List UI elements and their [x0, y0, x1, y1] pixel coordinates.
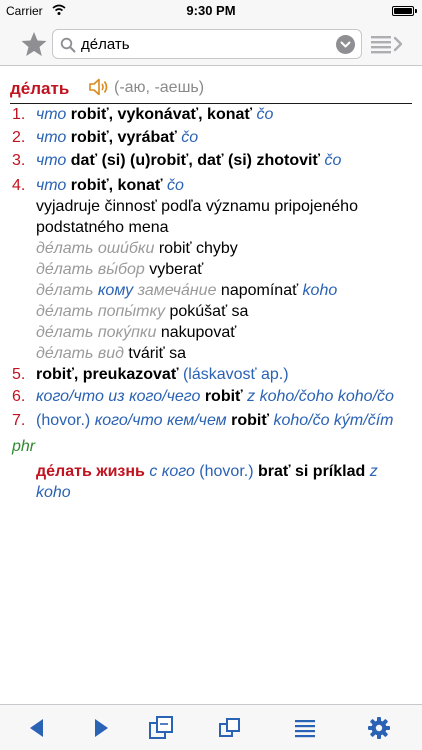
russian-context: что	[36, 152, 67, 169]
example-russian: де́лать оши́бки	[36, 240, 155, 257]
back-arrow-icon[interactable]	[24, 715, 50, 741]
example-russian-case: кому	[97, 282, 134, 299]
object-hint: čo	[181, 129, 199, 146]
translation: robiť, preukazovať	[36, 366, 179, 383]
status-bar: Carrier 9:30 PM	[0, 0, 422, 22]
example-translation: vyberať	[149, 261, 204, 278]
phrase-russian: де́лать жизнь	[36, 463, 145, 480]
register-label: (hovor.)	[199, 463, 254, 480]
sense-number: 3.	[12, 152, 26, 169]
clock: 9:30 PM	[186, 3, 236, 18]
object-hint: koho/čo kým/čím	[273, 412, 394, 429]
translation: dať (si) (u)robiť, dať (si) zhotoviť	[70, 152, 321, 169]
sense-note: podstatného mena	[36, 219, 169, 236]
star-icon[interactable]	[20, 30, 48, 58]
russian-context: кого/что кем/чем	[94, 412, 227, 429]
sense-6: 6. кого/что из кого/чего robiť z koho/čoh…	[12, 386, 394, 408]
entry-view: де́лать (-аю, -аешь) 1. что robiť, vykoná…	[0, 66, 422, 704]
sense-number: 1.	[12, 106, 26, 123]
object-hint: čo	[256, 106, 274, 123]
object-hint: čo	[324, 152, 342, 169]
phrase-line: де́лать жизнь с кого (hovor.) brať si pr…	[36, 461, 378, 483]
bottom-toolbar	[0, 704, 422, 750]
phrase-line-cont: koho	[36, 482, 71, 504]
example-russian: де́лать вид	[36, 345, 124, 362]
sense-5: 5. robiť, preukazovať (láskavosť ap.)	[12, 364, 289, 386]
sense-1: 1. что robiť, vykonávať, konať čo	[12, 104, 273, 126]
translation: robiť	[231, 412, 269, 429]
sense-number: 4.	[12, 177, 26, 194]
headword-row: де́лать (-аю, -аешь)	[10, 76, 412, 104]
translation: robiť, vyrábať	[70, 129, 177, 146]
translation: robiť	[204, 388, 243, 405]
sense-number: 2.	[12, 129, 26, 146]
translation: robiť, vykonávať, konať	[70, 106, 253, 123]
example-line: де́лать кому замеча́ние napomínať koho	[36, 280, 337, 302]
grammar-forms: (-аю, -аешь)	[114, 79, 205, 96]
new-window-icon[interactable]	[148, 715, 174, 741]
search-field[interactable]	[52, 29, 362, 59]
example-russian: де́лать попы́тку	[36, 303, 166, 320]
example-russian: де́лать вы́бор	[36, 261, 145, 278]
sense-4: 4. что robiť, konať čo	[12, 175, 184, 197]
example-line: де́лать попы́тку pokúšať sa	[36, 301, 248, 323]
sense-2: 2. что robiť, vyrábať čo	[12, 127, 198, 149]
phrase-section-label: phr	[12, 436, 35, 458]
phrase-translation: brať si príklad	[258, 463, 366, 480]
example-translation: pokúšať sa	[169, 303, 249, 320]
gear-icon[interactable]	[366, 715, 392, 741]
clear-icon[interactable]	[336, 35, 355, 54]
translation: robiť, konať	[70, 177, 163, 194]
example-translation: nakupovať	[160, 324, 237, 341]
search-input[interactable]	[81, 34, 331, 55]
register-label: (hovor.)	[36, 412, 91, 429]
object-hint: z koho/čoho koho/čo	[247, 388, 394, 405]
menu-lines-icon[interactable]	[292, 715, 318, 741]
example-line: де́лать вид tváriť sa	[36, 343, 186, 365]
example-translation: tváriť sa	[128, 345, 186, 362]
sense-number: 5.	[12, 366, 26, 383]
battery-icon	[392, 6, 417, 16]
sense-note: (láskavosť ap.)	[182, 366, 289, 383]
example-russian: де́лать	[36, 282, 94, 299]
example-line: де́лать оши́бки robiť chyby	[36, 238, 238, 260]
object-hint: čo	[167, 177, 184, 194]
russian-context: что	[36, 177, 67, 194]
phrase-russian-case: с кого	[149, 463, 195, 480]
sense-number: 6.	[12, 388, 26, 405]
object-hint: koho	[36, 484, 71, 501]
russian-context: что	[36, 129, 67, 146]
object-hint: koho	[302, 282, 338, 299]
speaker-icon[interactable]	[88, 77, 110, 97]
example-line: де́лать вы́бор vyberať	[36, 259, 203, 281]
sense-7: 7. (hovor.) кого/что кем/чем robiť koho/č…	[12, 410, 393, 432]
russian-context: кого/что из кого/чего	[36, 388, 201, 405]
sense-number: 7.	[12, 412, 26, 429]
object-hint: z	[369, 463, 378, 480]
search-icon	[60, 37, 76, 53]
forward-arrow-icon[interactable]	[88, 715, 114, 741]
phr-label: phr	[12, 438, 36, 455]
list-forward-icon[interactable]	[370, 31, 406, 57]
stacked-windows-icon[interactable]	[217, 715, 243, 741]
russian-context: что	[36, 106, 67, 123]
search-bar	[0, 22, 422, 66]
example-translation: napomínať	[220, 282, 299, 299]
example-russian: де́лать поку́пки	[36, 324, 157, 341]
sense-3: 3. что dať (si) (u)robiť, dať (si) zhotov…	[12, 150, 341, 172]
headword: де́лать	[10, 79, 70, 98]
sense-note: vyjadruje činnosť podľa významu pripojen…	[36, 198, 358, 215]
example-russian: замеча́ние	[137, 282, 217, 299]
example-line: де́лать поку́пки nakupovať	[36, 322, 236, 344]
example-translation: robiť chyby	[158, 240, 238, 257]
